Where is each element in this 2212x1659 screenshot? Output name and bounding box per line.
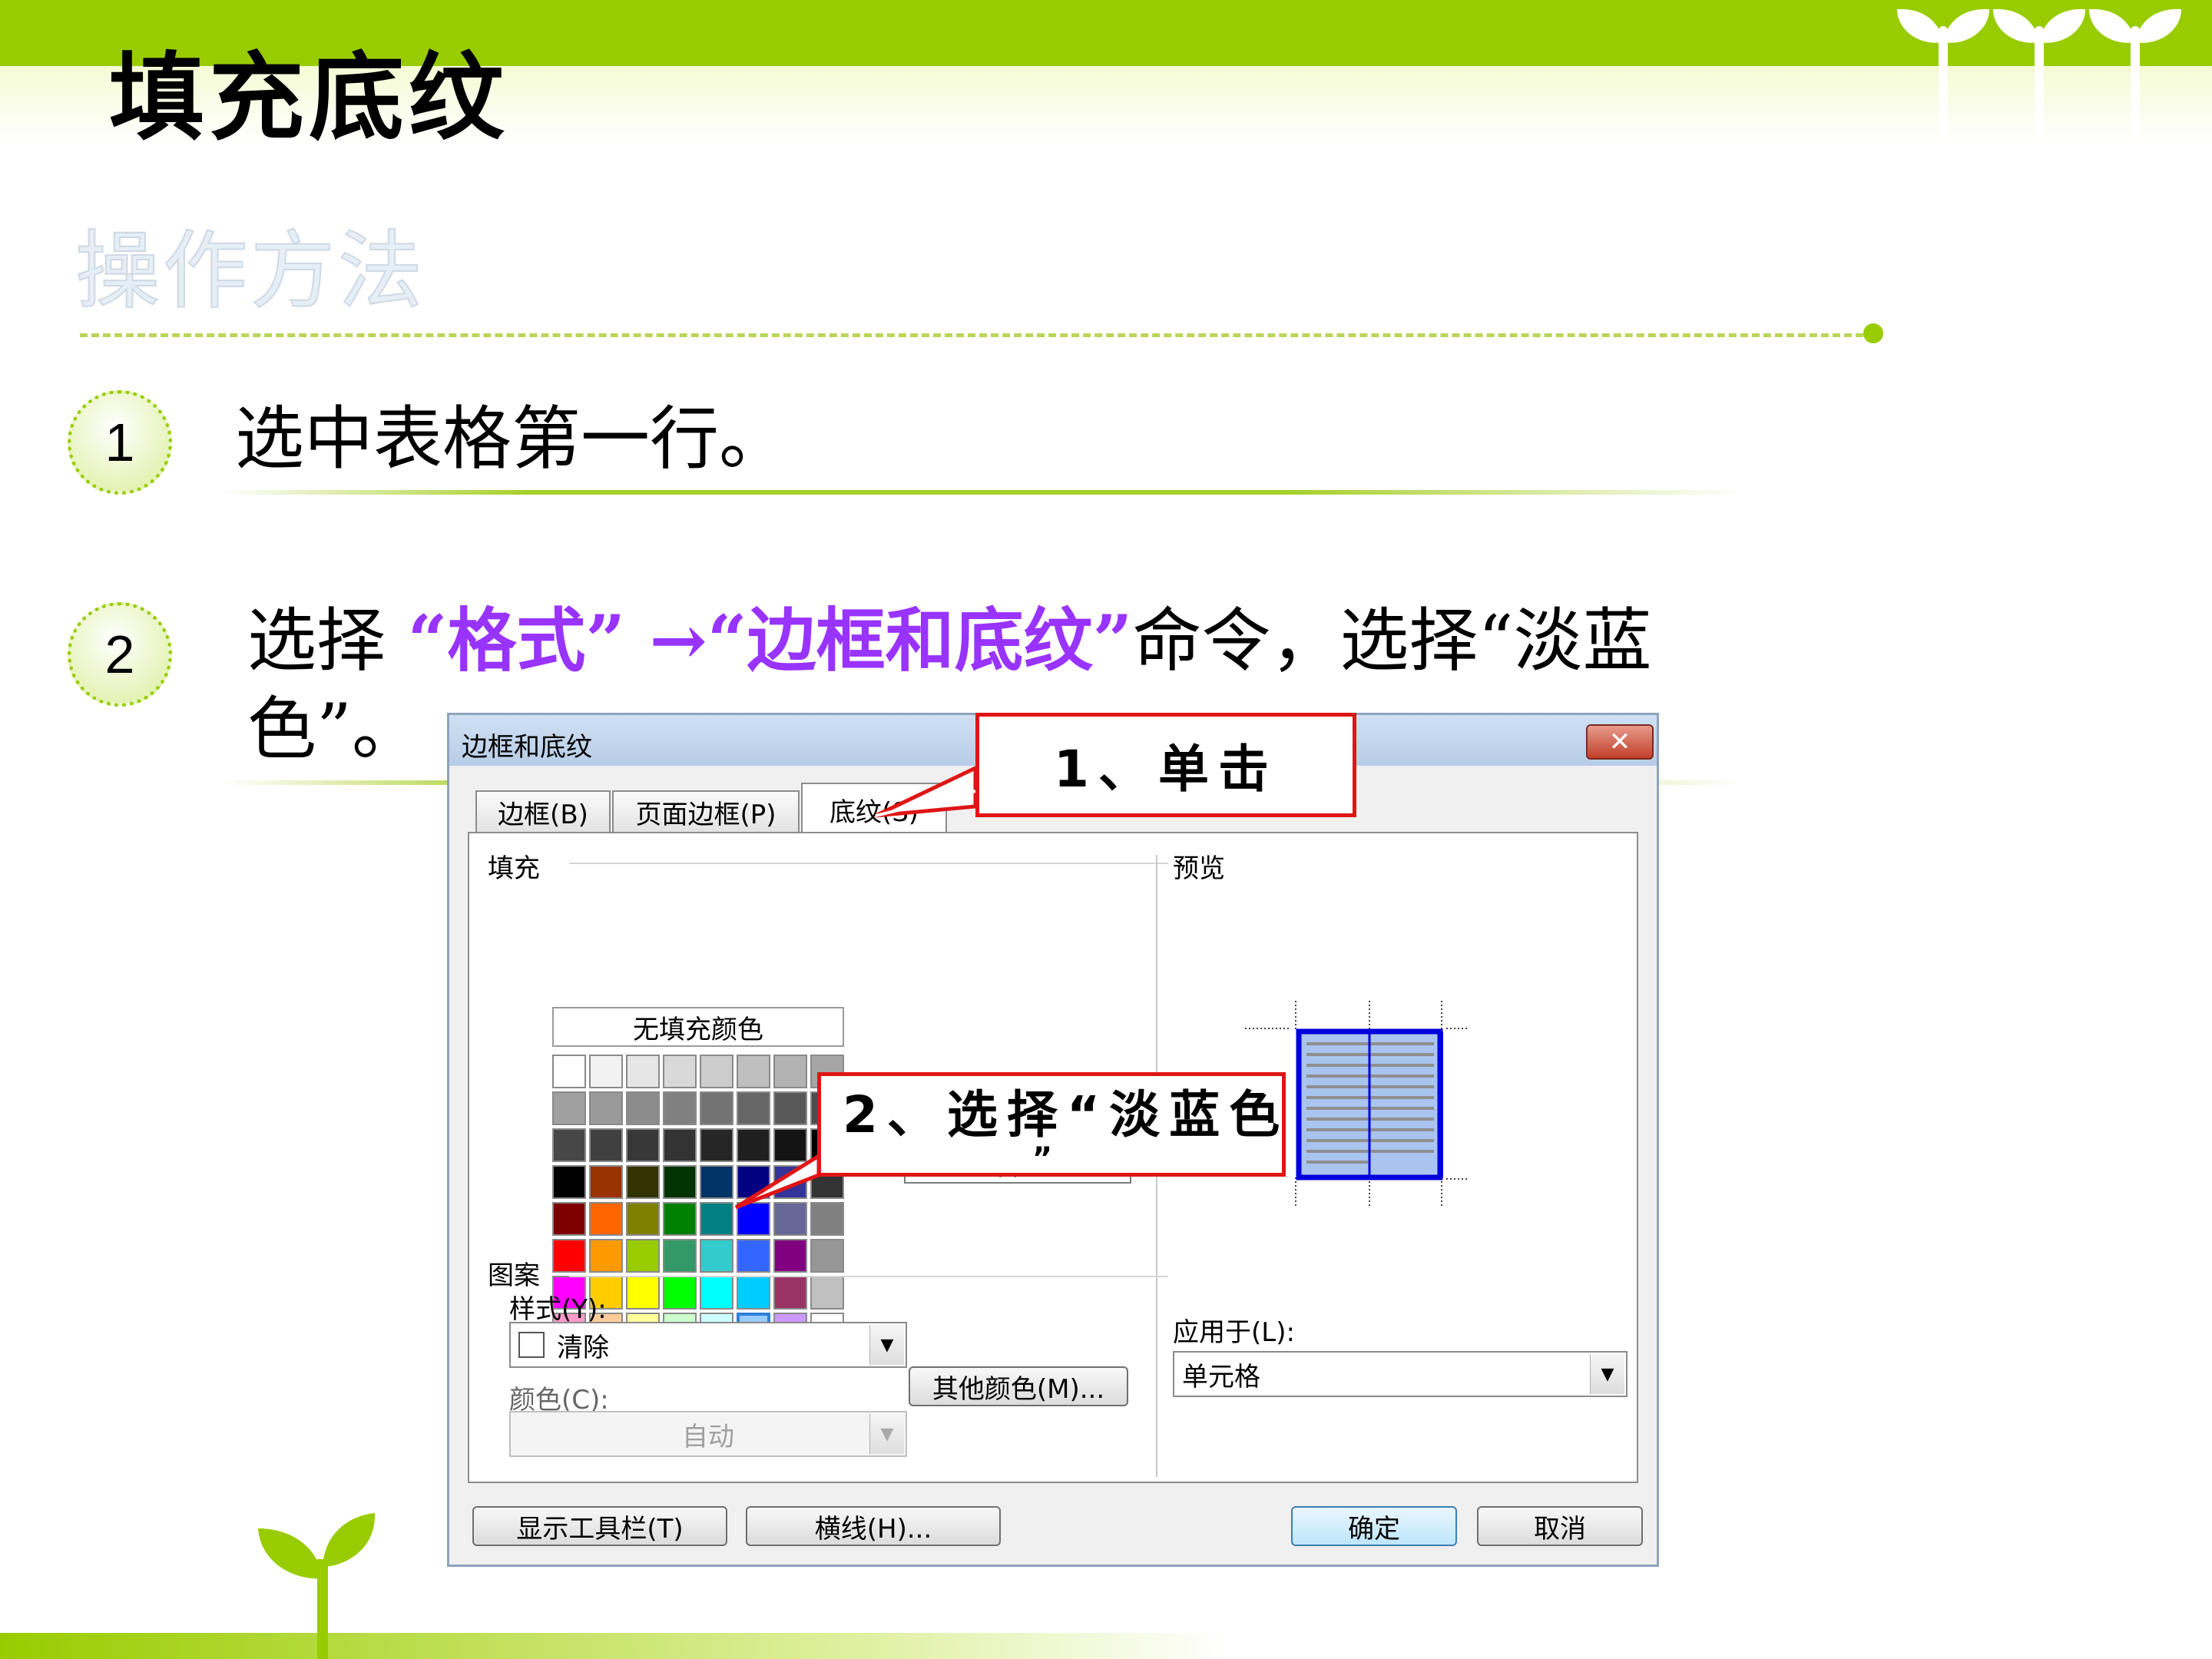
bottom-green-band <box>0 1633 1229 1659</box>
sprout-icon <box>258 1513 376 1659</box>
callout-click-tab: 1、单击 <box>975 713 1356 817</box>
callout-choose-color-line2: ” <box>1031 1141 1062 1177</box>
callout-pointers <box>734 765 978 1210</box>
callout-choose-color-line1: 2、选择“淡蓝色 <box>843 1085 1286 1144</box>
callout-choose-color: 2、选择“淡蓝色 ” <box>817 1072 1286 1177</box>
